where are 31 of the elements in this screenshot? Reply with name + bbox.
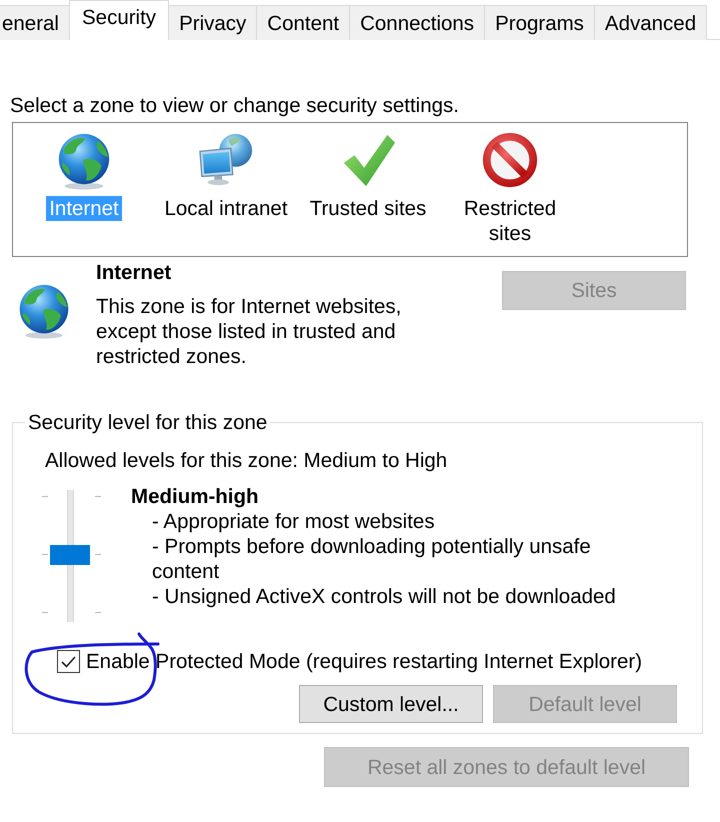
- level-button[interactable]: Custom level...: [299, 685, 483, 723]
- zone-prompt: Select a zone to view or change security settings.: [10, 93, 460, 118]
- slider-tick: [42, 612, 48, 613]
- tab[interactable]: Programs: [485, 5, 595, 40]
- level-name: Medium-high: [131, 484, 260, 509]
- prohibited-icon: [481, 132, 539, 190]
- checkbox[interactable]: [57, 650, 80, 673]
- slider-tick: [42, 496, 48, 497]
- slider-tick: [95, 554, 101, 555]
- zone-label[interactable]: Restricted sites: [439, 196, 581, 246]
- zone-label[interactable]: Trusted sites: [306, 196, 430, 221]
- tab[interactable]: Privacy: [169, 5, 258, 40]
- level-detail: - Unsigned ActiveX controls will not be downloaded: [151, 584, 617, 609]
- zone-label[interactable]: Local intranet: [161, 196, 291, 221]
- group-title: Security level for this zone: [27, 410, 268, 435]
- tab[interactable]: Content: [257, 5, 350, 40]
- checkmark-icon: [61, 656, 76, 668]
- tab[interactable]: eneral: [0, 5, 70, 40]
- tab[interactable]: Security: [69, 0, 170, 40]
- slider-tick: [42, 554, 48, 555]
- slider-thumb[interactable]: [50, 544, 90, 564]
- slider-tick: [95, 612, 101, 613]
- allowed-levels-text: Allowed levels for this zone: Medium to High: [45, 448, 448, 473]
- tab[interactable]: Advanced: [594, 5, 708, 40]
- level-detail: - Prompts before downloading potentially unsafe content: [151, 534, 592, 584]
- checkbox-label[interactable]: Enable Protected Mode (requires restarting Internet Explorer): [86, 649, 642, 674]
- tab[interactable]: Connections: [350, 5, 486, 40]
- zone-description: This zone is for Internet websites, except those listed in trusted and restricted zones.: [96, 294, 402, 369]
- level-detail: - Appropriate for most websites: [151, 509, 436, 534]
- slider-tick: [95, 496, 101, 497]
- zone-title: Internet: [96, 260, 172, 285]
